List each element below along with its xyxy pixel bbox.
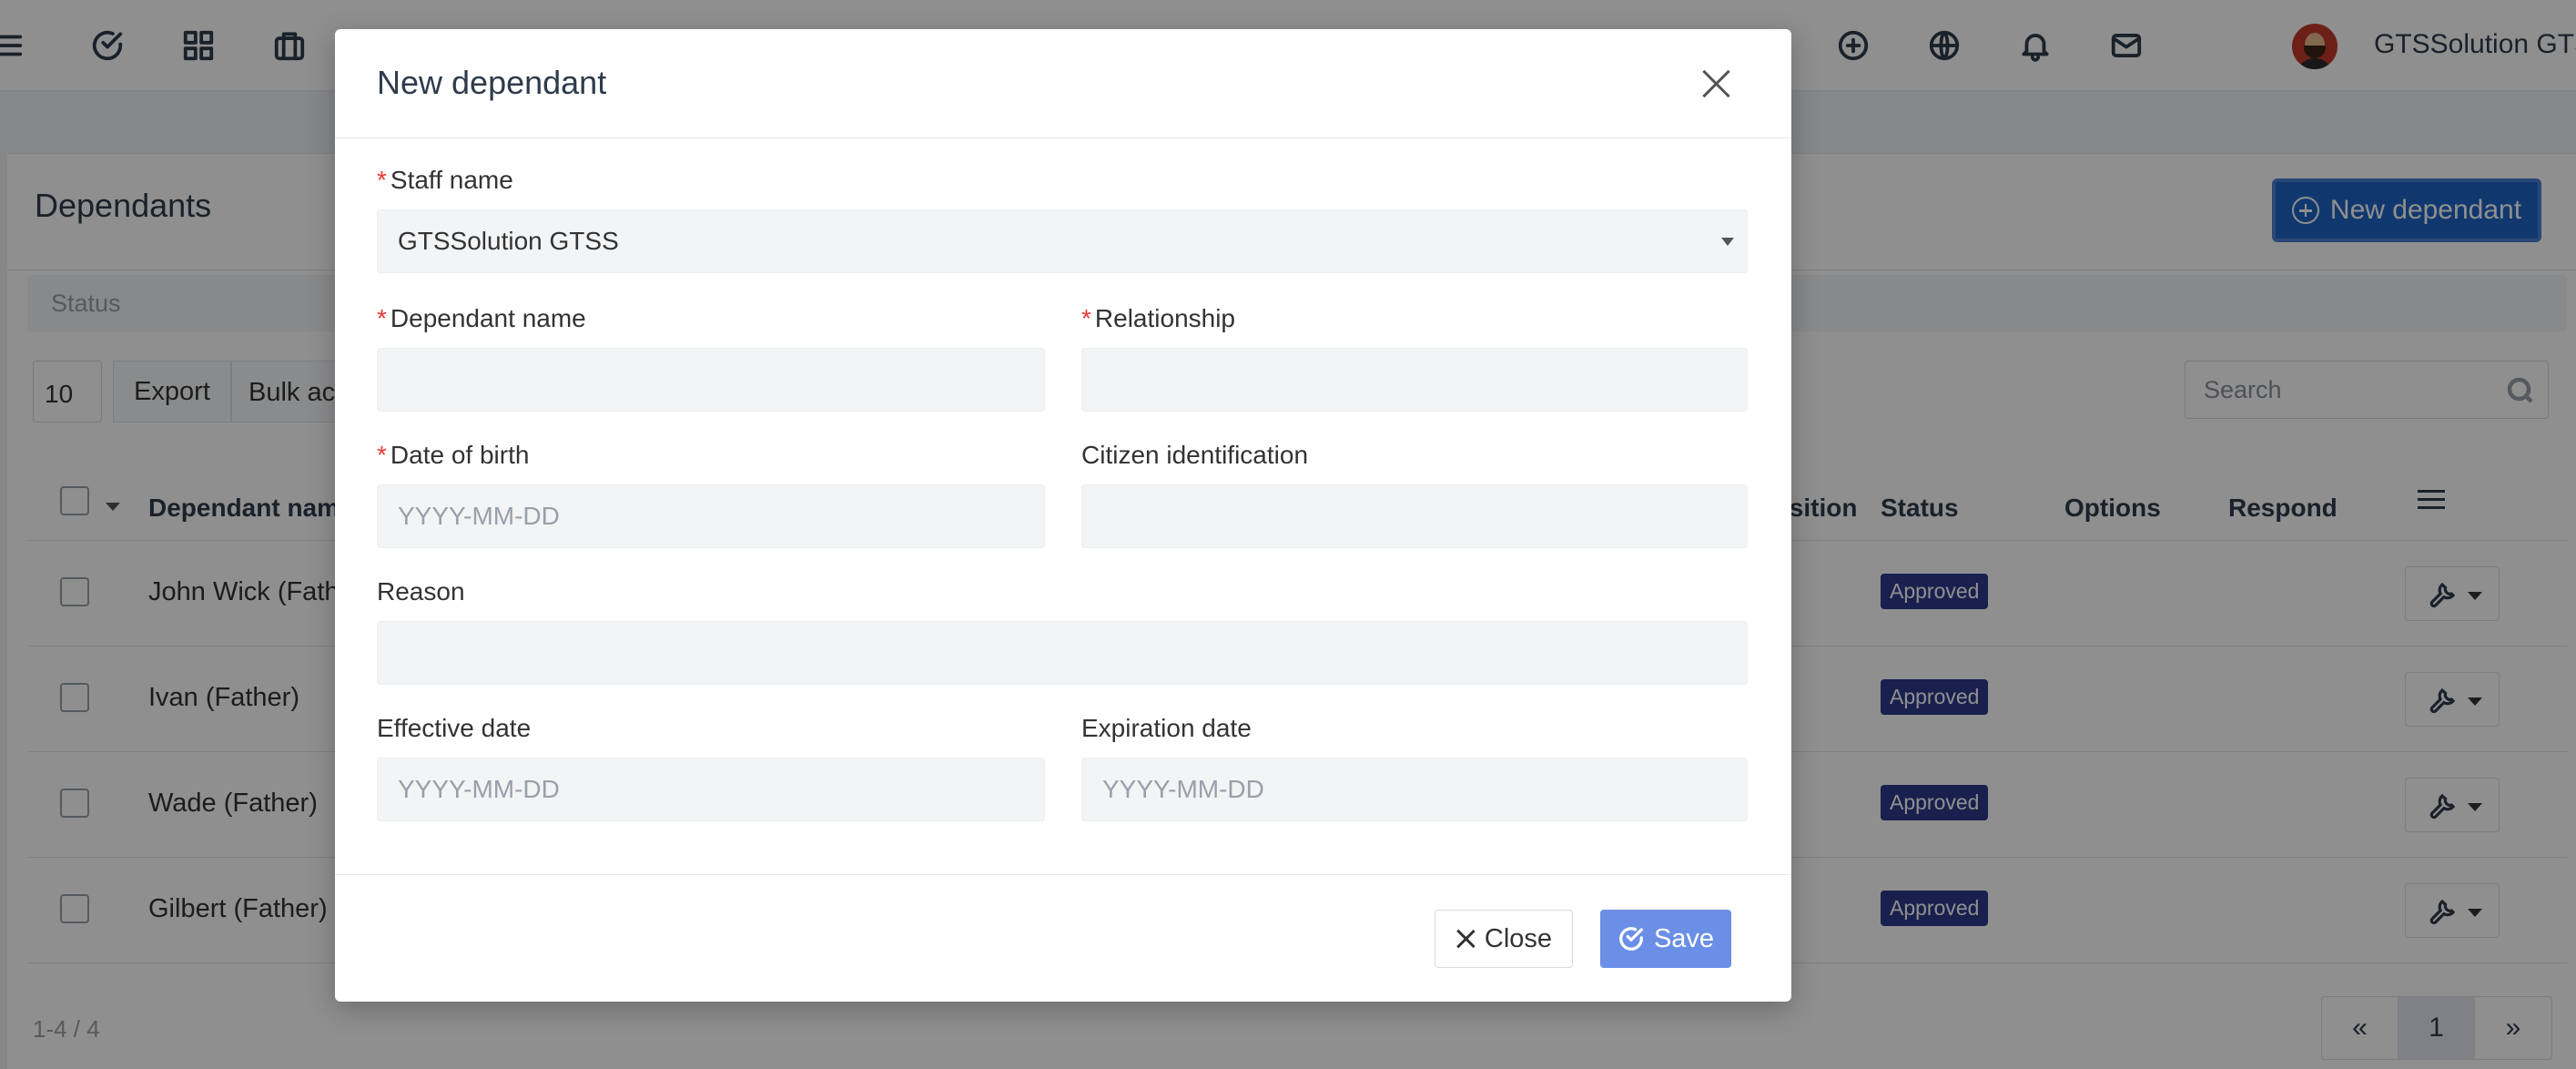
effective-date-input[interactable]: YYYY-MM-DD (377, 758, 1045, 821)
new-dependant-modal: New dependant * Staff name GTSSolution GT… (335, 29, 1791, 1002)
citizen-identification-label: Citizen identification (1081, 441, 1309, 469)
relationship-input[interactable] (1081, 348, 1748, 412)
citizen-identification-input[interactable] (1081, 484, 1748, 548)
chevron-down-icon (1721, 238, 1734, 246)
date-of-birth-input[interactable]: YYYY-MM-DD (377, 484, 1045, 548)
modal-title: New dependant (377, 64, 607, 101)
date-of-birth-label: * Date of birth (377, 441, 530, 469)
required-mark: * (1081, 304, 1091, 332)
check-circle-icon (1619, 927, 1643, 951)
modal-footer: Close Save (335, 874, 1791, 1002)
dependant-name-input[interactable] (377, 348, 1045, 412)
staff-name-value: GTSSolution GTSS (398, 227, 619, 255)
relationship-label: * Relationship (1081, 304, 1236, 332)
close-button-label: Close (1484, 923, 1553, 953)
expiration-date-label: Expiration date (1081, 714, 1252, 742)
close-button[interactable]: Close (1435, 910, 1573, 968)
save-button[interactable]: Save (1600, 910, 1731, 968)
staff-name-select[interactable]: GTSSolution GTSS (377, 209, 1748, 273)
modal-header: New dependant (335, 29, 1791, 138)
effective-date-label: Effective date (377, 714, 532, 742)
required-mark: * (377, 166, 387, 194)
expiration-date-input[interactable]: YYYY-MM-DD (1081, 758, 1748, 821)
close-icon[interactable] (1699, 66, 1735, 102)
reason-input[interactable] (377, 621, 1748, 685)
save-button-label: Save (1653, 923, 1715, 953)
required-mark: * (377, 441, 387, 469)
dependant-name-label: * Dependant name (377, 304, 586, 332)
reason-label: Reason (377, 577, 465, 606)
required-mark: * (377, 304, 387, 332)
staff-name-label: * Staff name (377, 166, 513, 194)
close-icon (1455, 929, 1476, 949)
